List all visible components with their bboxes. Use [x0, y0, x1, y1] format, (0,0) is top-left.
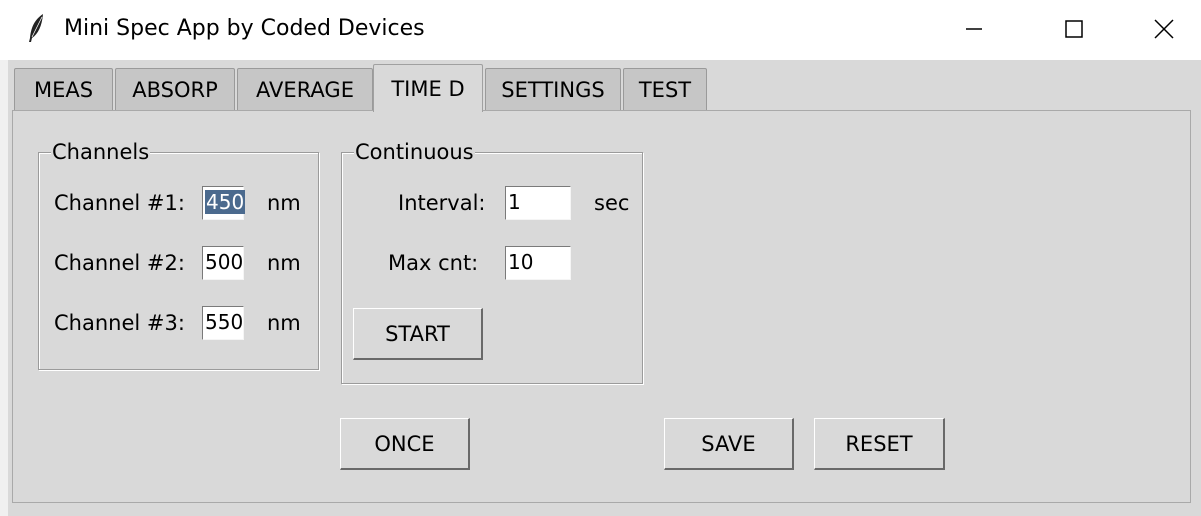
tab-time-d[interactable]: TIME D: [373, 64, 483, 112]
interval-unit: sec: [594, 191, 630, 215]
channel-3-unit: nm: [267, 311, 301, 335]
channel-1-label: Channel #1:: [54, 191, 185, 215]
channel-1-input[interactable]: 450: [202, 186, 246, 220]
once-button[interactable]: ONCE: [340, 418, 470, 470]
tab-label: TEST: [638, 77, 692, 102]
channels-group: Channels Channel #1: 450 nm Channel #2: …: [38, 139, 319, 370]
max-cnt-value: 10: [508, 250, 534, 274]
minimize-button[interactable]: [944, 0, 1004, 58]
feather-icon: [26, 12, 48, 44]
title-bar: Mini Spec App by Coded Devices: [0, 0, 1201, 60]
tab-label: TIME D: [391, 76, 465, 101]
max-cnt-input[interactable]: 10: [505, 246, 571, 280]
channel-1-unit: nm: [267, 191, 301, 215]
interval-value: 1: [508, 190, 521, 214]
tab-label: SETTINGS: [501, 77, 605, 102]
reset-button-label: RESET: [845, 431, 913, 456]
time-d-panel: Channels Channel #1: 450 nm Channel #2: …: [12, 110, 1191, 503]
max-cnt-label: Max cnt:: [388, 251, 479, 275]
close-icon: [1154, 19, 1174, 39]
continuous-group-title: Continuous: [354, 139, 475, 165]
window-title: Mini Spec App by Coded Devices: [64, 16, 425, 41]
reset-button[interactable]: RESET: [814, 418, 945, 470]
channel-3-label: Channel #3:: [54, 311, 185, 335]
minimize-icon: [966, 28, 982, 30]
close-button[interactable]: [1134, 0, 1194, 58]
interval-label: Interval:: [398, 191, 486, 215]
maximize-icon: [1065, 20, 1083, 38]
channel-3-input[interactable]: 550: [202, 306, 244, 340]
channels-group-title: Channels: [51, 139, 151, 165]
client-area: MEAS ABSORP AVERAGE TIME D SETTINGS TEST…: [0, 60, 1201, 516]
once-button-label: ONCE: [374, 431, 435, 456]
channel-1-value: 450: [205, 190, 246, 214]
channel-2-unit: nm: [267, 251, 301, 275]
interval-input[interactable]: 1: [505, 186, 571, 220]
continuous-group: Continuous Interval: 1 sec Max cnt: 10 S…: [341, 139, 643, 384]
start-button-label: START: [385, 321, 450, 346]
channel-2-label: Channel #2:: [54, 251, 185, 275]
start-button[interactable]: START: [353, 308, 483, 360]
tab-meas[interactable]: MEAS: [14, 68, 113, 110]
channel-3-value: 550: [205, 310, 244, 334]
tab-absorp[interactable]: ABSORP: [115, 68, 235, 110]
tab-label: ABSORP: [132, 77, 218, 102]
tab-test[interactable]: TEST: [623, 68, 707, 110]
maximize-button[interactable]: [1044, 0, 1104, 58]
tab-label: MEAS: [33, 77, 94, 102]
tab-label: AVERAGE: [256, 77, 354, 102]
save-button[interactable]: SAVE: [664, 418, 794, 470]
tab-settings[interactable]: SETTINGS: [485, 68, 621, 110]
window-border: [0, 60, 8, 516]
save-button-label: SAVE: [701, 431, 756, 456]
channel-2-input[interactable]: 500: [202, 246, 244, 280]
channel-2-value: 500: [205, 250, 244, 274]
tab-average[interactable]: AVERAGE: [237, 68, 373, 110]
